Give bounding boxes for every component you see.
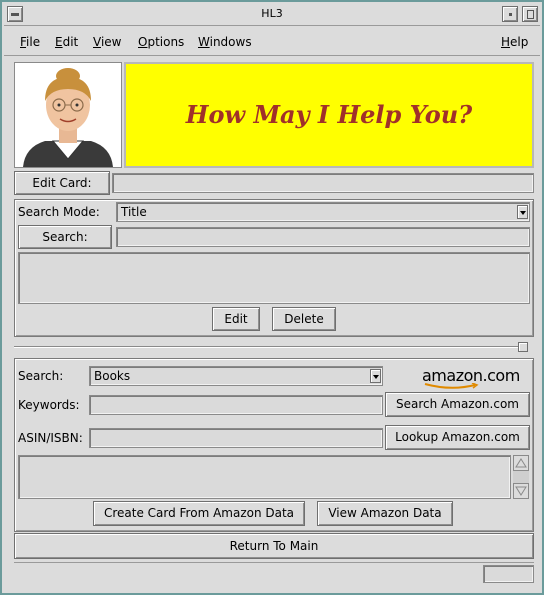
keywords-label: Keywords: xyxy=(18,398,80,412)
amazon-category-select[interactable]: Books xyxy=(89,366,383,386)
menu-bar: File Edit View Options Windows Help xyxy=(4,28,540,56)
search-mode-select[interactable]: Title xyxy=(116,202,530,222)
pane-separator xyxy=(14,346,518,348)
chevron-down-icon[interactable] xyxy=(370,369,381,383)
asin-label: ASIN/ISBN: xyxy=(18,431,83,445)
edit-card-button[interactable]: Edit Card: xyxy=(14,171,110,195)
minimize-button[interactable] xyxy=(502,6,518,22)
menu-file[interactable]: File xyxy=(20,35,40,49)
chevron-down-icon[interactable] xyxy=(517,205,528,219)
assistant-portrait xyxy=(14,62,122,168)
amazon-search-label: Search: xyxy=(18,369,64,383)
amazon-results-list[interactable] xyxy=(18,455,511,499)
delete-button[interactable]: Delete xyxy=(272,307,336,331)
minimize-icon xyxy=(509,13,512,16)
arrow-down-icon xyxy=(515,486,527,496)
greeting-banner: How May I Help You? xyxy=(124,62,534,168)
lookup-amazon-button[interactable]: Lookup Amazon.com xyxy=(385,425,530,450)
edit-card-field[interactable] xyxy=(112,173,534,193)
search-mode-label: Search Mode: xyxy=(18,205,100,219)
arrow-up-icon xyxy=(515,458,527,468)
search-button[interactable]: Search: xyxy=(18,225,112,249)
amazon-smile-icon xyxy=(424,383,479,389)
edit-button[interactable]: Edit xyxy=(212,307,260,331)
view-amazon-data-button[interactable]: View Amazon Data xyxy=(317,501,453,526)
app-window: HL3 File Edit View Options Windows Help xyxy=(0,0,544,595)
amazon-category-value: Books xyxy=(94,369,131,383)
status-divider xyxy=(14,562,534,563)
maximize-button[interactable] xyxy=(522,6,538,22)
title-bar[interactable]: HL3 xyxy=(4,4,540,26)
menu-options[interactable]: Options xyxy=(138,35,184,49)
maximize-icon xyxy=(527,10,534,19)
menu-windows[interactable]: Windows xyxy=(198,35,252,49)
librarian-avatar-icon xyxy=(15,63,121,167)
asin-field[interactable] xyxy=(89,428,383,448)
keywords-field[interactable] xyxy=(89,395,383,415)
search-results-list[interactable] xyxy=(18,252,530,304)
greeting-text: How May I Help You? xyxy=(185,100,473,129)
return-to-main-button[interactable]: Return To Main xyxy=(14,533,534,559)
search-mode-value: Title xyxy=(121,205,147,219)
scroll-down-button[interactable] xyxy=(513,483,529,499)
search-field[interactable] xyxy=(116,227,530,247)
search-amazon-button[interactable]: Search Amazon.com xyxy=(385,392,530,417)
window-title: HL3 xyxy=(261,7,283,20)
menu-help[interactable]: Help xyxy=(501,35,528,49)
pane-resize-handle[interactable] xyxy=(518,342,528,352)
scroll-track[interactable] xyxy=(513,471,529,483)
menu-view[interactable]: View xyxy=(93,35,121,49)
scroll-up-button[interactable] xyxy=(513,455,529,471)
status-field xyxy=(483,565,534,583)
create-card-button[interactable]: Create Card From Amazon Data xyxy=(93,501,305,526)
menu-edit[interactable]: Edit xyxy=(55,35,78,49)
